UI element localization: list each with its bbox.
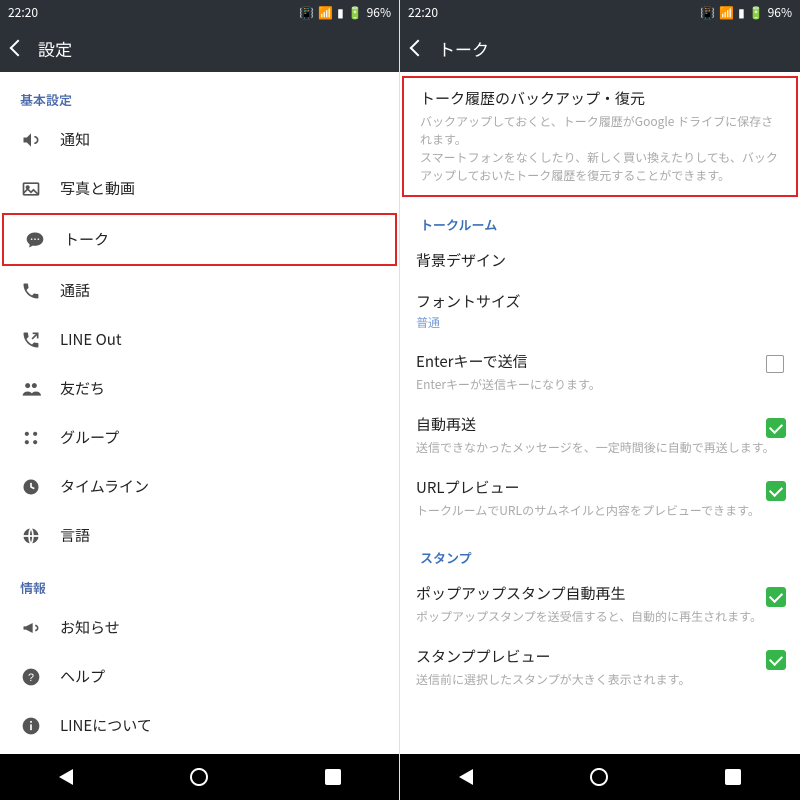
settings-label: 通話	[60, 280, 90, 301]
help-icon: ?	[20, 667, 42, 687]
svg-text:?: ?	[28, 672, 34, 684]
battery-pct: 96%	[367, 4, 391, 21]
globe-icon	[20, 526, 42, 546]
settings-row-picture[interactable]: 写真と動画	[0, 164, 399, 213]
nav-recent-icon[interactable]	[325, 769, 341, 785]
status-bar: 22:20 📳 📶 ▮ 🔋 96%	[400, 0, 800, 24]
wifi-icon: 📶	[719, 4, 734, 21]
settings-label: トーク	[64, 229, 109, 250]
header: 設定	[0, 24, 399, 72]
popup-stamp-row[interactable]: ポップアップスタンプ自動再生 ポップアップスタンプを送受信すると、自動的に再生さ…	[400, 573, 800, 636]
settings-row-friends[interactable]: 友だち	[0, 364, 399, 413]
nav-recent-icon[interactable]	[725, 769, 741, 785]
wifi-icon: 📶	[318, 4, 333, 21]
vibrate-icon: 📳	[299, 4, 314, 21]
auto-resend-checkbox[interactable]	[766, 418, 786, 438]
settings-row-grid[interactable]: グループ	[0, 413, 399, 462]
status-icons: 📳 📶 ▮ 🔋 96%	[700, 4, 792, 21]
popup-stamp-checkbox[interactable]	[766, 587, 786, 607]
section-info: 情報	[0, 560, 399, 603]
backup-desc: バックアップしておくと、トーク履歴がGoogle ドライブに保存されます。 スマ…	[420, 113, 780, 185]
auto-resend-row[interactable]: 自動再送 送信できなかったメッセージを、一定時間後に自動で再送します。	[400, 404, 800, 467]
info-label: LINEについて	[60, 715, 152, 736]
battery-pct: 96%	[768, 4, 792, 21]
nav-back-icon[interactable]	[459, 769, 473, 785]
vibrate-icon: 📳	[700, 4, 715, 21]
status-time: 22:20	[8, 4, 38, 21]
settings-label: 写真と動画	[60, 178, 135, 199]
font-size-row[interactable]: フォントサイズ 普通	[400, 281, 800, 341]
info-label: ヘルプ	[60, 666, 105, 687]
back-icon[interactable]	[10, 40, 27, 57]
section-stamp: スタンプ	[400, 530, 800, 573]
status-time: 22:20	[408, 4, 438, 21]
volume-icon	[20, 130, 42, 150]
info-icon	[20, 716, 42, 736]
page-title: 設定	[38, 36, 72, 61]
android-navbar	[0, 754, 399, 800]
enter-send-row[interactable]: Enterキーで送信 Enterキーが送信キーになります。	[400, 341, 800, 404]
settings-label: LINE Out	[60, 329, 121, 350]
settings-label: 通知	[60, 129, 90, 150]
settings-row-volume[interactable]: 通知	[0, 115, 399, 164]
nav-home-icon[interactable]	[190, 768, 208, 786]
settings-label: 言語	[60, 525, 90, 546]
talk-settings-pane: 22:20 📳 📶 ▮ 🔋 96% トーク トーク履歴のバックアップ・復元 バッ…	[400, 0, 800, 800]
stamp-preview-checkbox[interactable]	[766, 650, 786, 670]
grid-icon	[20, 428, 42, 448]
settings-pane: 22:20 📳 📶 ▮ 🔋 96% 設定 基本設定 通知写真と動画トーク通話 LI…	[0, 0, 400, 800]
settings-row-phone[interactable]: 通話	[0, 266, 399, 315]
nav-home-icon[interactable]	[590, 768, 608, 786]
info-row-info[interactable]: LINEについて	[0, 701, 399, 750]
phone-out-icon	[20, 330, 42, 350]
signal-icon: ▮	[738, 4, 745, 21]
stamp-preview-row[interactable]: スタンププレビュー 送信前に選択したスタンプが大きく表示されます。	[400, 636, 800, 699]
info-row-help[interactable]: ? ヘルプ	[0, 652, 399, 701]
page-title: トーク	[438, 36, 489, 61]
battery-icon: 🔋	[749, 4, 764, 21]
clock-icon	[20, 477, 42, 497]
background-design-row[interactable]: 背景デザイン	[400, 240, 800, 281]
megaphone-icon	[20, 618, 42, 638]
status-icons: 📳 📶 ▮ 🔋 96%	[299, 4, 391, 21]
settings-row-chat[interactable]: トーク	[2, 213, 397, 266]
android-navbar	[400, 754, 800, 800]
url-preview-row[interactable]: URLプレビュー トークルームでURLのサムネイルと内容をプレビューできます。	[400, 467, 800, 530]
signal-icon: ▮	[337, 4, 344, 21]
phone-icon	[20, 281, 42, 301]
info-row-megaphone[interactable]: お知らせ	[0, 603, 399, 652]
settings-label: 友だち	[60, 378, 105, 399]
backup-restore-row[interactable]: トーク履歴のバックアップ・復元 バックアップしておくと、トーク履歴がGoogle…	[402, 76, 798, 197]
url-preview-checkbox[interactable]	[766, 481, 786, 501]
info-label: お知らせ	[60, 617, 120, 638]
settings-row-globe[interactable]: 言語	[0, 511, 399, 560]
section-basic: 基本設定	[0, 72, 399, 115]
enter-send-checkbox[interactable]	[766, 355, 786, 375]
nav-back-icon[interactable]	[59, 769, 73, 785]
settings-row-phone-out[interactable]: LINE Out	[0, 315, 399, 364]
picture-icon	[20, 179, 42, 199]
settings-row-clock[interactable]: タイムライン	[0, 462, 399, 511]
header: トーク	[400, 24, 800, 72]
settings-label: タイムライン	[60, 476, 149, 497]
friends-icon	[20, 379, 42, 399]
settings-label: グループ	[60, 427, 119, 448]
battery-icon: 🔋	[348, 4, 363, 21]
chat-icon	[24, 230, 46, 250]
back-icon[interactable]	[410, 40, 427, 57]
font-size-value: 普通	[416, 314, 784, 331]
status-bar: 22:20 📳 📶 ▮ 🔋 96%	[0, 0, 399, 24]
backup-title: トーク履歴のバックアップ・復元	[420, 88, 780, 109]
section-talkroom: トークルーム	[400, 197, 800, 240]
